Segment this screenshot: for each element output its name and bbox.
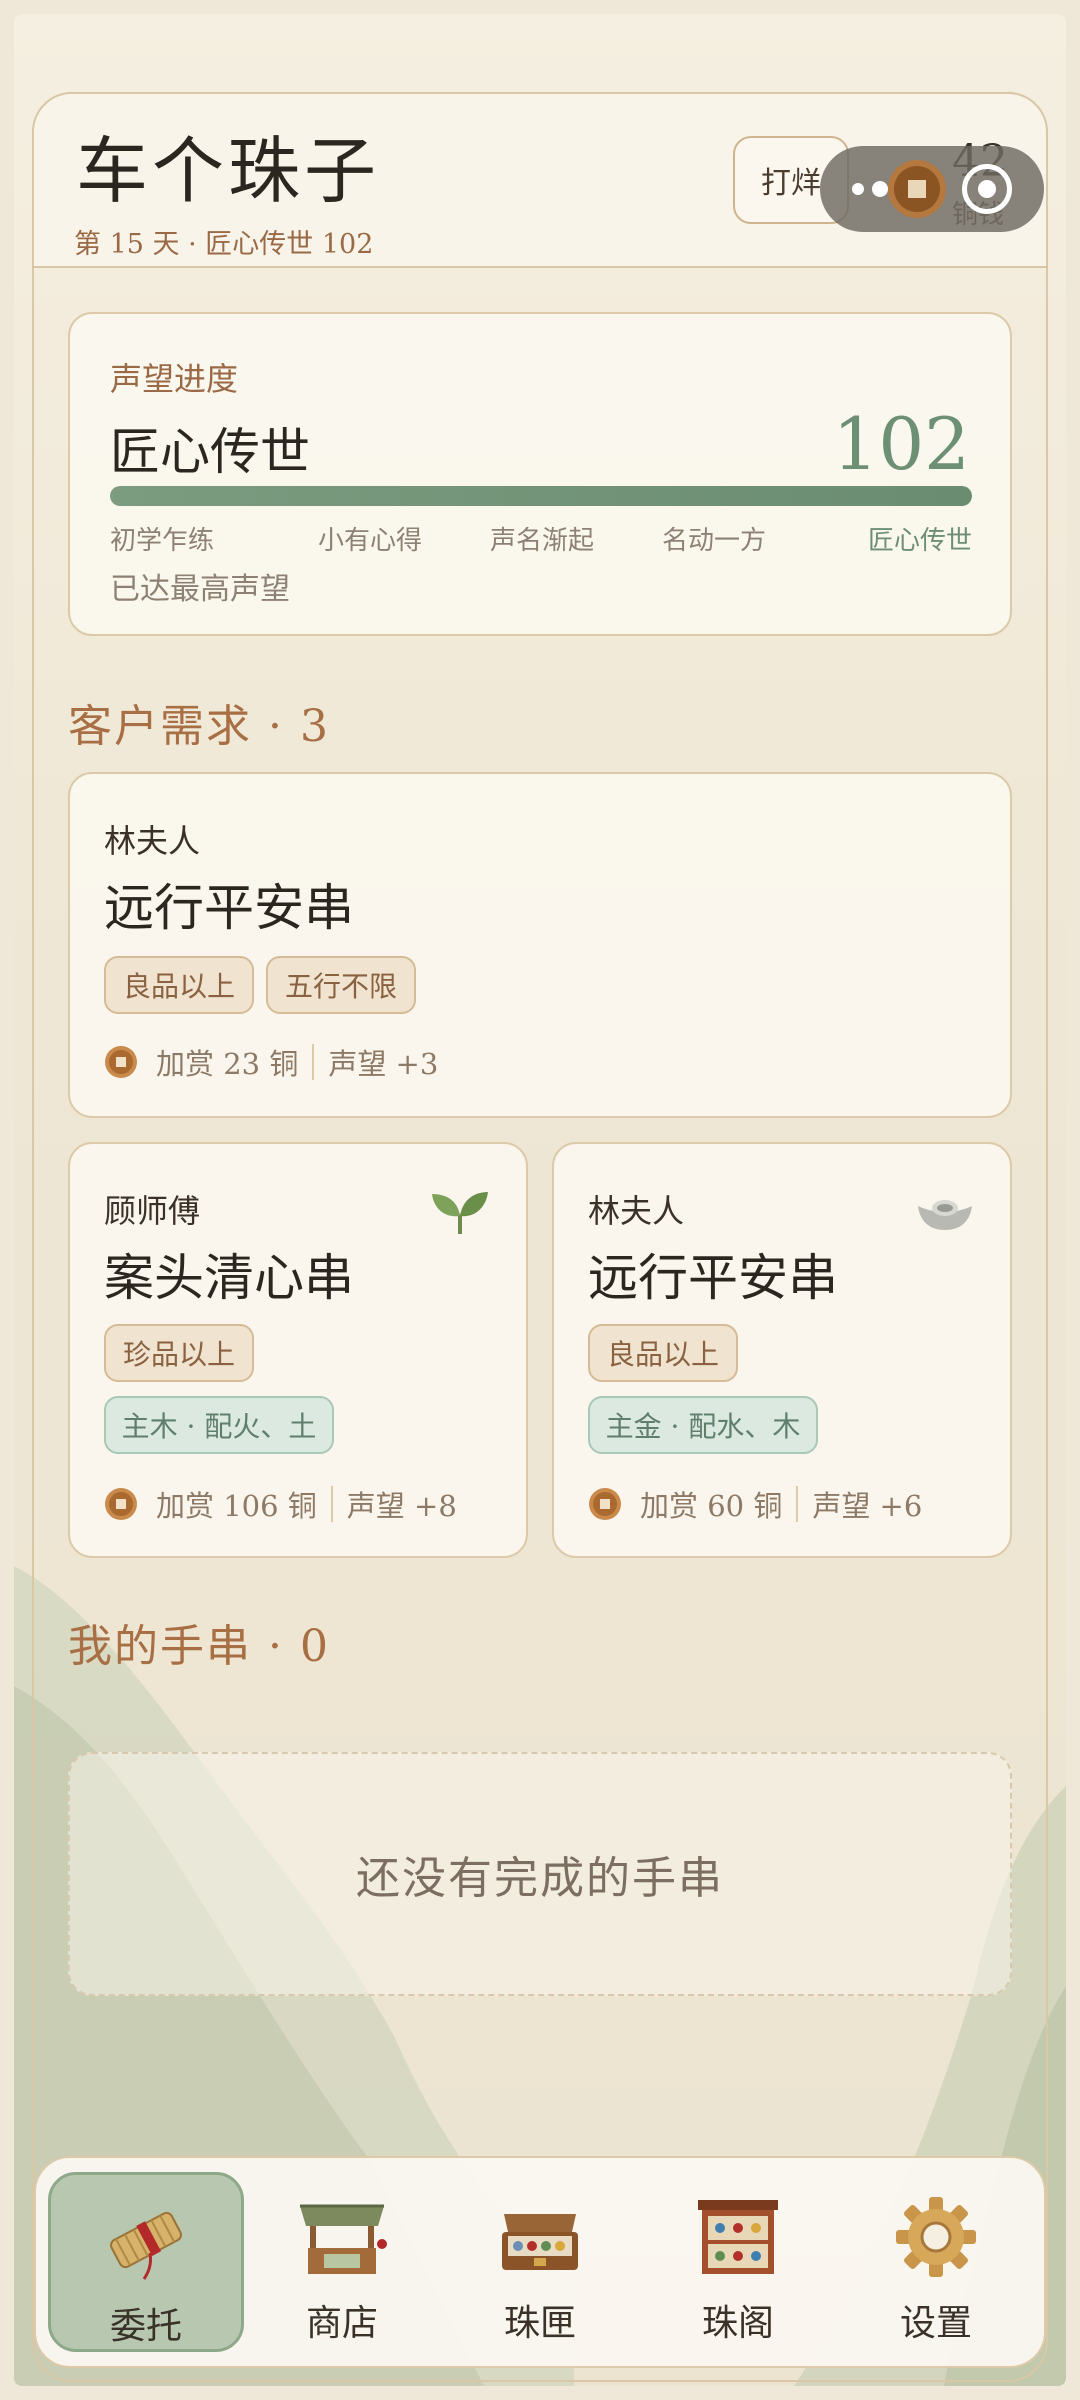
quality-tag: 珍品以上 — [104, 1324, 254, 1382]
bead-box-icon — [502, 2214, 578, 2270]
element-tag: 主木 · 配火、土 — [104, 1396, 334, 1454]
request-title: 案头清心串 — [104, 1249, 354, 1307]
reputation-progress-bar — [110, 486, 972, 506]
reputation-card: 声望进度 匠心传世 102 初学乍练 小有心得 声名渐起 名动一方 匠心传世 已… — [68, 312, 1012, 636]
close-shop-label: 打烊 — [761, 166, 821, 201]
close-capsule-icon[interactable] — [962, 164, 1012, 214]
silver-ingot-icon — [918, 1200, 972, 1230]
stage-label: 名动一方 — [662, 526, 767, 556]
tab-label: 商店 — [305, 2303, 378, 2344]
reputation-reward: 声望 +6 — [812, 1489, 923, 1523]
reputation-value: 102 — [832, 402, 970, 486]
tab-bead-box[interactable]: 珠匣 — [442, 2172, 638, 2352]
scroll-icon — [110, 2211, 182, 2280]
request-title: 远行平安串 — [588, 1249, 838, 1307]
reward-row: 加赏 60 铜 声望 +6 — [588, 1484, 922, 1524]
reputation-stages: 初学乍练 小有心得 声名渐起 名动一方 匠心传世 — [110, 520, 972, 556]
customer-name: 林夫人 — [104, 822, 201, 860]
stage-label: 小有心得 — [318, 526, 423, 556]
reward-row: 加赏 23 铜 声望 +3 — [104, 1042, 438, 1082]
day-status: 第 15 天 · 匠心传世 102 — [74, 229, 374, 260]
quality-tag: 良品以上 — [104, 956, 254, 1014]
empty-state-text: 还没有完成的手串 — [356, 1853, 724, 1904]
sprout-icon — [432, 1192, 488, 1234]
reputation-label: 声望进度 — [110, 360, 239, 398]
app-title: 车个珠子 — [76, 129, 381, 213]
request-card[interactable]: 林夫人 远行平安串 良品以上 五行不限 加赏 23 铜 声望 +3 — [68, 772, 1012, 1118]
tab-label: 珠阁 — [701, 2303, 774, 2344]
request-card[interactable]: 林夫人 远行平安串 良品以上 主金 · 配水、木 加赏 60 铜 声望 +6 — [552, 1142, 1012, 1558]
quality-tag: 良品以上 — [588, 1324, 738, 1382]
copper-coin-icon — [105, 1488, 137, 1520]
tab-commission[interactable]: 委托 — [48, 2172, 244, 2352]
stage-label-current: 匠心传世 — [867, 526, 972, 556]
reward-row: 加赏 106 铜 声望 +8 — [104, 1484, 457, 1524]
element-tag: 主金 · 配水、木 — [588, 1396, 818, 1454]
divider — [330, 1486, 333, 1522]
divider — [312, 1044, 315, 1080]
bracelets-empty-state: 还没有完成的手串 — [68, 1752, 1012, 1996]
reputation-reward: 声望 +3 — [328, 1047, 439, 1081]
reputation-note: 已达最高声望 — [110, 572, 290, 607]
mini-program-capsule — [820, 146, 1044, 232]
tab-settings[interactable]: 设置 — [838, 2172, 1034, 2352]
tab-label: 设置 — [899, 2303, 972, 2344]
bracelets-section-title: 我的手串 · 0 — [68, 1621, 330, 1672]
tab-label: 珠匣 — [503, 2303, 576, 2344]
reward-amount: 加赏 23 铜 — [156, 1047, 299, 1081]
request-card[interactable]: 顾师傅 案头清心串 珍品以上 主木 · 配火、土 加赏 106 铜 声望 +8 — [68, 1142, 528, 1558]
reward-amount: 加赏 60 铜 — [640, 1489, 783, 1523]
request-title: 远行平安串 — [104, 879, 354, 937]
tab-bead-pavilion[interactable]: 珠阁 — [640, 2172, 836, 2352]
reputation-reward: 声望 +8 — [346, 1489, 457, 1523]
stage-label: 声名渐起 — [490, 526, 595, 556]
customer-name: 林夫人 — [588, 1192, 685, 1230]
bead-cabinet-icon — [698, 2200, 778, 2274]
reputation-level: 匠心传世 — [110, 423, 310, 481]
reward-amount: 加赏 106 铜 — [156, 1489, 317, 1523]
copper-coin-icon — [105, 1046, 137, 1078]
requests-section-title: 客户需求 · 3 — [68, 701, 330, 752]
tab-shop[interactable]: 商店 — [244, 2172, 440, 2352]
stage-label: 初学乍练 — [110, 526, 215, 556]
customer-name: 顾师傅 — [104, 1192, 201, 1230]
bottom-tab-bar: 委托 商店 珠匣 珠阁 设置 — [34, 2156, 1046, 2368]
copper-coin-icon — [589, 1488, 621, 1520]
tab-label: 委托 — [109, 2306, 182, 2347]
element-tag: 五行不限 — [266, 956, 416, 1014]
copper-coin-icon — [888, 160, 946, 218]
gear-icon — [896, 2197, 976, 2277]
shop-stall-icon — [300, 2204, 387, 2274]
divider — [796, 1486, 799, 1522]
reputation-progress-fill — [110, 486, 972, 506]
